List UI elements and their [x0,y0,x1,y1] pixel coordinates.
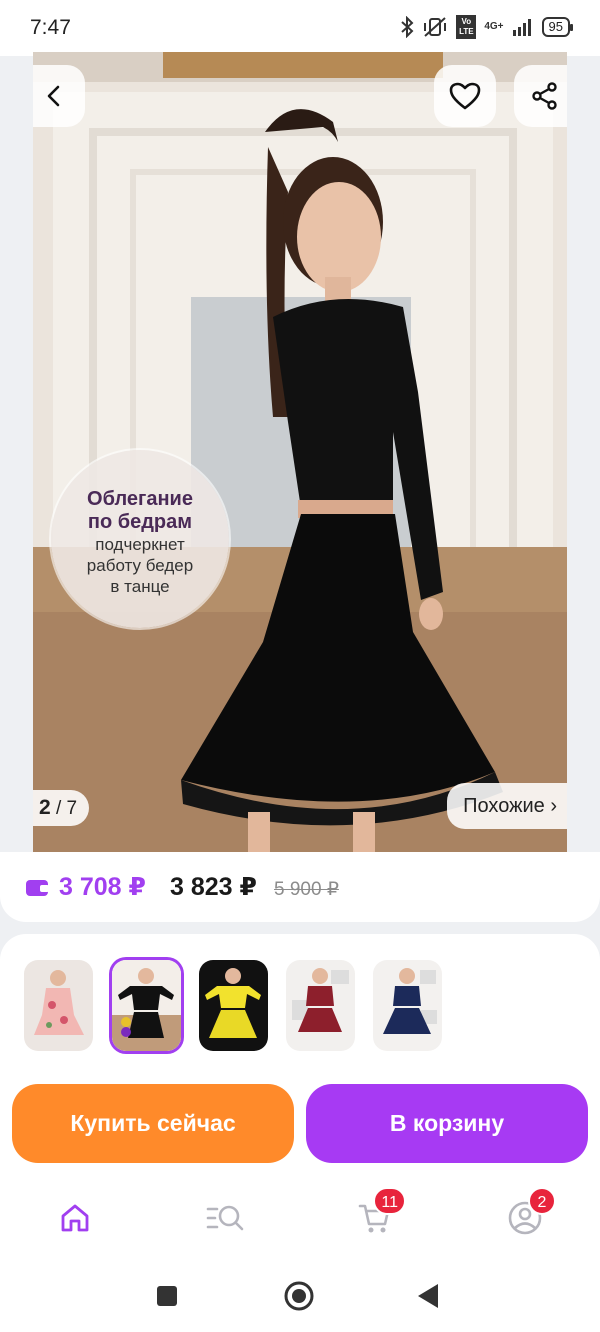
product-photo [33,52,567,852]
old-price: 5 900 ₽ [274,879,339,900]
promo-line2: по бедрам [87,511,193,533]
thumbnail-burgundy-set[interactable] [286,960,355,1051]
wallet-price: 3 708 ₽ [59,873,146,901]
add-to-cart-button[interactable]: В корзину [306,1084,588,1163]
home-icon [61,1204,89,1232]
favorite-button[interactable] [434,65,496,127]
action-bar: Купить сейчас В корзину [0,1069,600,1177]
page-current: 2 [39,796,51,819]
recent-apps-icon [157,1286,177,1306]
share-icon [532,82,557,110]
thumbnail-navy-set[interactable] [373,960,442,1051]
back-button[interactable] [33,65,85,127]
promo-line3: подчеркнет [95,535,185,554]
home-system-button[interactable] [283,1280,315,1317]
price-section: 3 708 ₽ 3 823 ₽ 5 900 ₽ [0,852,600,922]
nav-profile[interactable]: 2 [500,1187,556,1241]
nav-cart[interactable]: 11 [350,1187,406,1241]
promo-line4: работу бедер [86,556,194,575]
signal-icon [512,19,531,36]
cart-badge: 11 [373,1187,406,1215]
recent-apps-button[interactable] [156,1285,178,1312]
buy-now-button[interactable]: Купить сейчас [12,1084,294,1163]
promo-line5: в танце [110,577,170,596]
status-bar: 7:47 Vo LTE 4G+ 95 [0,0,600,56]
status-time: 7:47 [30,16,71,39]
wallet-icon [26,880,49,896]
product-image-carousel[interactable]: Облегание по бедрам подчеркнет работу бе… [33,52,567,852]
share-button[interactable] [514,65,567,127]
thumbnail-yellow-set[interactable] [199,960,268,1051]
home-circle-icon [284,1281,314,1311]
vibrate-off-icon [424,17,447,37]
volte-indicator: Vo LTE [456,15,477,39]
back-triangle-icon [418,1284,438,1308]
similar-button[interactable]: Похожие › [447,783,567,829]
status-icons: Vo LTE 4G+ 95 [400,15,574,39]
nav-catalog[interactable] [200,1195,250,1241]
bottom-navigation: 11 2 [0,1177,600,1261]
thumbnail-floral-dress[interactable] [24,960,93,1051]
thumbnail-black-set[interactable] [112,960,181,1051]
heart-icon [449,82,481,110]
profile-badge: 2 [528,1187,556,1215]
battery-indicator: 95 [541,17,574,37]
bluetooth-icon [401,16,414,38]
back-chevron-icon [47,85,60,107]
image-page-indicator: 2 / 7 [33,790,90,826]
network-type: 4G+ [484,21,504,32]
variant-thumbnails [0,934,600,1069]
page-total: / 7 [55,798,78,819]
nav-home[interactable] [50,1195,100,1241]
catalog-search-icon [206,1205,244,1231]
promo-circle: Облегание по бедрам подчеркнет работу бе… [51,450,229,628]
back-system-button[interactable] [416,1283,440,1314]
regular-price: 3 823 ₽ [170,873,257,901]
system-navigation [0,1261,600,1332]
promo-line1: Облегание [87,488,193,510]
